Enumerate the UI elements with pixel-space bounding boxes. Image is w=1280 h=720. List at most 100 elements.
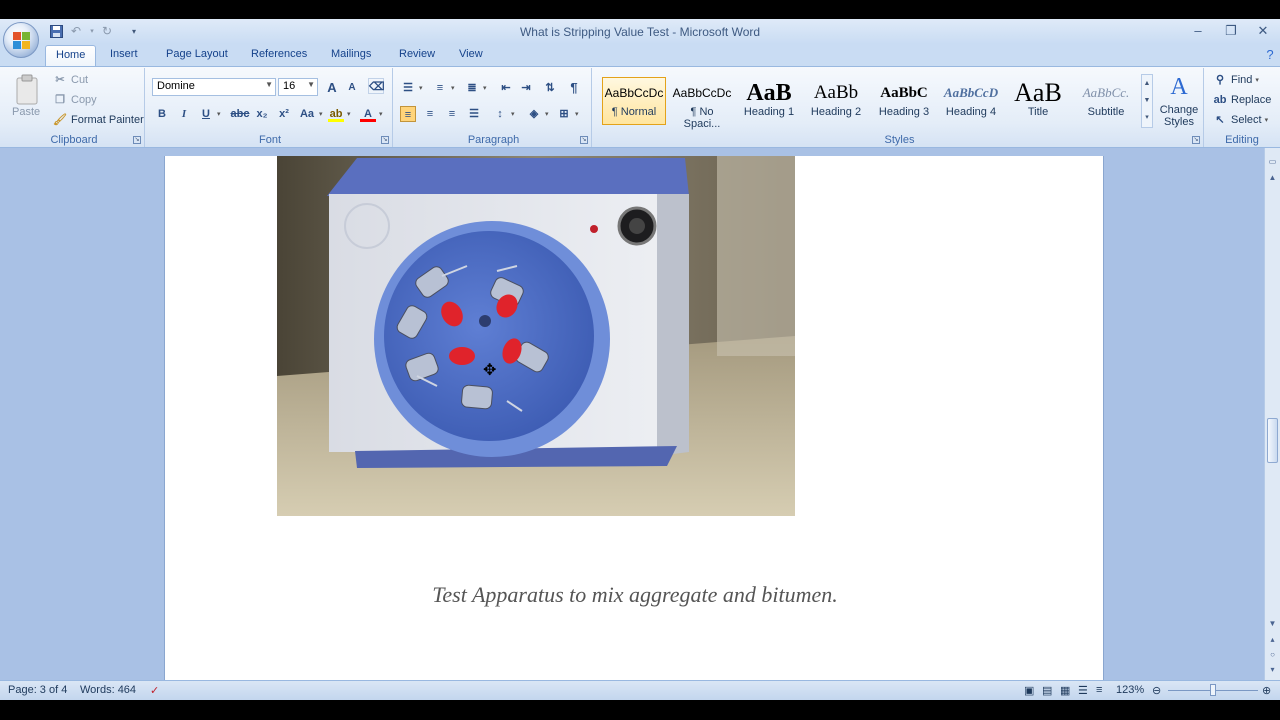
figure-caption: Test Apparatus to mix aggregate and bitu… — [432, 582, 838, 607]
help-icon[interactable]: ? — [1262, 46, 1278, 62]
increase-indent-button[interactable]: ⇥ — [518, 78, 534, 98]
office-logo-icon — [13, 32, 31, 50]
style-title[interactable]: AaB Title — [1006, 77, 1070, 125]
grow-font-button[interactable]: A — [324, 78, 340, 98]
styles-gallery-scroll[interactable]: ▲ ▼ ▾ — [1141, 74, 1153, 128]
tab-insert[interactable]: Insert — [110, 48, 138, 60]
style-heading-2[interactable]: AaBb Heading 2 — [804, 77, 868, 125]
sort-button[interactable]: ⇅ — [542, 78, 558, 98]
copy-button[interactable]: ❐ Copy — [52, 90, 97, 110]
tab-page-layout[interactable]: Page Layout — [166, 48, 228, 60]
decrease-indent-button[interactable]: ⇤ — [498, 78, 514, 98]
web-layout-icon[interactable]: ▦ — [1060, 684, 1070, 697]
close-button[interactable]: ✕ — [1252, 22, 1274, 40]
font-color-button[interactable]: A ▾ — [360, 104, 383, 124]
document-page[interactable]: Test Apparatus to mix aggregate and bitu… — [164, 156, 1104, 680]
zoom-out-icon[interactable]: ⊖ — [1152, 684, 1161, 697]
justify-button[interactable]: ☰ — [466, 104, 482, 124]
underline-icon: U — [202, 108, 210, 120]
scroll-down-icon[interactable]: ▼ — [1267, 618, 1278, 629]
cut-button[interactable]: ✂ Cut — [52, 70, 88, 90]
paragraph-launcher-icon[interactable]: ↘ — [580, 136, 588, 144]
line-spacing-button[interactable]: ↕ ▾ — [492, 104, 514, 124]
chevron-down-icon: ▾ — [1264, 117, 1269, 124]
print-layout-view-icon[interactable]: ▣ — [1024, 684, 1034, 697]
font-group: Domine ▼ 16 ▼ A A ⌫ B I U ▾ abc x₂ x² Aa ▾ a… — [148, 68, 393, 147]
tab-references[interactable]: References — [251, 48, 307, 60]
bullets-button[interactable]: ☰ ▾ — [400, 78, 422, 98]
style-heading-3[interactable]: AaBbC Heading 3 — [872, 77, 936, 125]
style-subtitle[interactable]: AaBbCc. Subtitle — [1074, 77, 1138, 125]
status-bar: Page: 3 of 4 Words: 464 ✓ ▣ ▤ ▦ ☰ ≡ 123%… — [0, 680, 1280, 700]
scrollbar-thumb[interactable] — [1267, 418, 1278, 463]
tab-view[interactable]: View — [459, 48, 483, 60]
tab-mailings[interactable]: Mailings — [331, 48, 371, 60]
apparatus-photo[interactable] — [277, 156, 795, 516]
style-heading-4[interactable]: AaBbCcD Heading 4 — [939, 77, 1003, 125]
editing-group-label: Editing — [1225, 134, 1259, 146]
numbering-button[interactable]: ≡ ▾ — [432, 78, 455, 98]
chevron-down-icon: ▼ — [265, 80, 273, 89]
subscript-button[interactable]: x₂ — [254, 104, 270, 124]
tab-review[interactable]: Review — [399, 48, 435, 60]
full-screen-reading-icon[interactable]: ▤ — [1042, 684, 1052, 697]
pilcrow-icon: ¶ — [570, 80, 578, 95]
editing-group: ⚲ Find ▾ ab Replace ↖ Select ▾ Editing — [1206, 68, 1278, 147]
outline-view-icon[interactable]: ☰ — [1078, 684, 1088, 697]
minimize-button[interactable]: – — [1187, 22, 1209, 40]
page-count[interactable]: Page: 3 of 4 — [8, 684, 67, 696]
styles-launcher-icon[interactable]: ↘ — [1192, 136, 1200, 144]
align-left-button[interactable]: ≡ — [400, 104, 416, 124]
replace-button[interactable]: ab Replace — [1212, 90, 1272, 110]
change-styles-button[interactable]: A Change Styles — [1158, 74, 1200, 132]
borders-button[interactable]: ⊞ ▾ — [556, 104, 578, 124]
previous-page-icon[interactable]: ▴ — [1267, 634, 1278, 645]
strikethrough-button[interactable]: abc — [230, 104, 250, 124]
draft-view-icon[interactable]: ≡ — [1096, 684, 1102, 696]
style-no-spacing[interactable]: AaBbCcDc ¶ No Spaci... — [670, 77, 734, 130]
multilevel-list-button[interactable]: ≣ ▾ — [464, 78, 486, 98]
align-center-button[interactable]: ≡ — [422, 104, 438, 124]
change-case-button[interactable]: Aa ▾ — [298, 104, 323, 124]
superscript-button[interactable]: x² — [276, 104, 292, 124]
font-size-combo[interactable]: 16 ▼ — [278, 78, 318, 96]
restore-button[interactable]: ❐ — [1220, 22, 1242, 40]
clear-formatting-icon: ⌫ — [368, 78, 385, 94]
paste-label[interactable]: Paste — [12, 106, 40, 118]
next-page-icon[interactable]: ▾ — [1267, 664, 1278, 675]
clipboard-launcher-icon[interactable]: ↘ — [133, 136, 141, 144]
proofing-icon[interactable]: ✓ — [150, 684, 159, 697]
strikethrough-icon: abc — [230, 108, 250, 120]
bold-icon: B — [158, 108, 166, 120]
zoom-in-icon[interactable]: ⊕ — [1262, 684, 1271, 697]
align-right-button[interactable]: ≡ — [444, 104, 460, 124]
paste-icon[interactable] — [12, 74, 42, 106]
format-painter-button[interactable]: 🖌 Format Painter — [52, 110, 144, 130]
tab-home[interactable]: Home — [45, 45, 97, 67]
shading-button[interactable]: ◈ ▾ — [526, 104, 549, 124]
select-button[interactable]: ↖ Select ▾ — [1212, 110, 1268, 130]
scroll-up-icon[interactable]: ▲ — [1267, 172, 1278, 183]
shrink-font-button[interactable]: A — [344, 78, 360, 98]
bold-button[interactable]: B — [154, 104, 170, 124]
clear-formatting-button[interactable]: ⌫ — [368, 76, 385, 96]
scissors-icon: ✂ — [55, 74, 65, 86]
font-color-icon: A — [360, 106, 376, 122]
word-count[interactable]: Words: 464 — [80, 684, 136, 696]
highlight-button[interactable]: ab ▾ — [328, 104, 351, 124]
font-launcher-icon[interactable]: ↘ — [381, 136, 389, 144]
find-button[interactable]: ⚲ Find ▾ — [1212, 70, 1259, 90]
show-hide-button[interactable]: ¶ — [566, 78, 582, 98]
zoom-slider-thumb[interactable] — [1210, 684, 1216, 696]
ruler-toggle-icon[interactable]: ▭ — [1267, 156, 1278, 167]
vertical-scrollbar[interactable]: ▭ ▲ ▼ ▴ ○ ▾ — [1264, 148, 1280, 680]
style-heading-1[interactable]: AaB Heading 1 — [737, 77, 801, 125]
italic-button[interactable]: I — [176, 104, 192, 124]
style-normal[interactable]: AaBbCcDc ¶ Normal — [602, 77, 666, 125]
select-browse-object-icon[interactable]: ○ — [1267, 649, 1278, 660]
office-button[interactable] — [3, 22, 39, 58]
font-name-combo[interactable]: Domine ▼ — [152, 78, 276, 96]
underline-button[interactable]: U ▾ — [198, 104, 221, 124]
window-title: What is Stripping Value Test - Microsoft… — [519, 25, 761, 39]
zoom-level[interactable]: 123% — [1116, 684, 1144, 696]
